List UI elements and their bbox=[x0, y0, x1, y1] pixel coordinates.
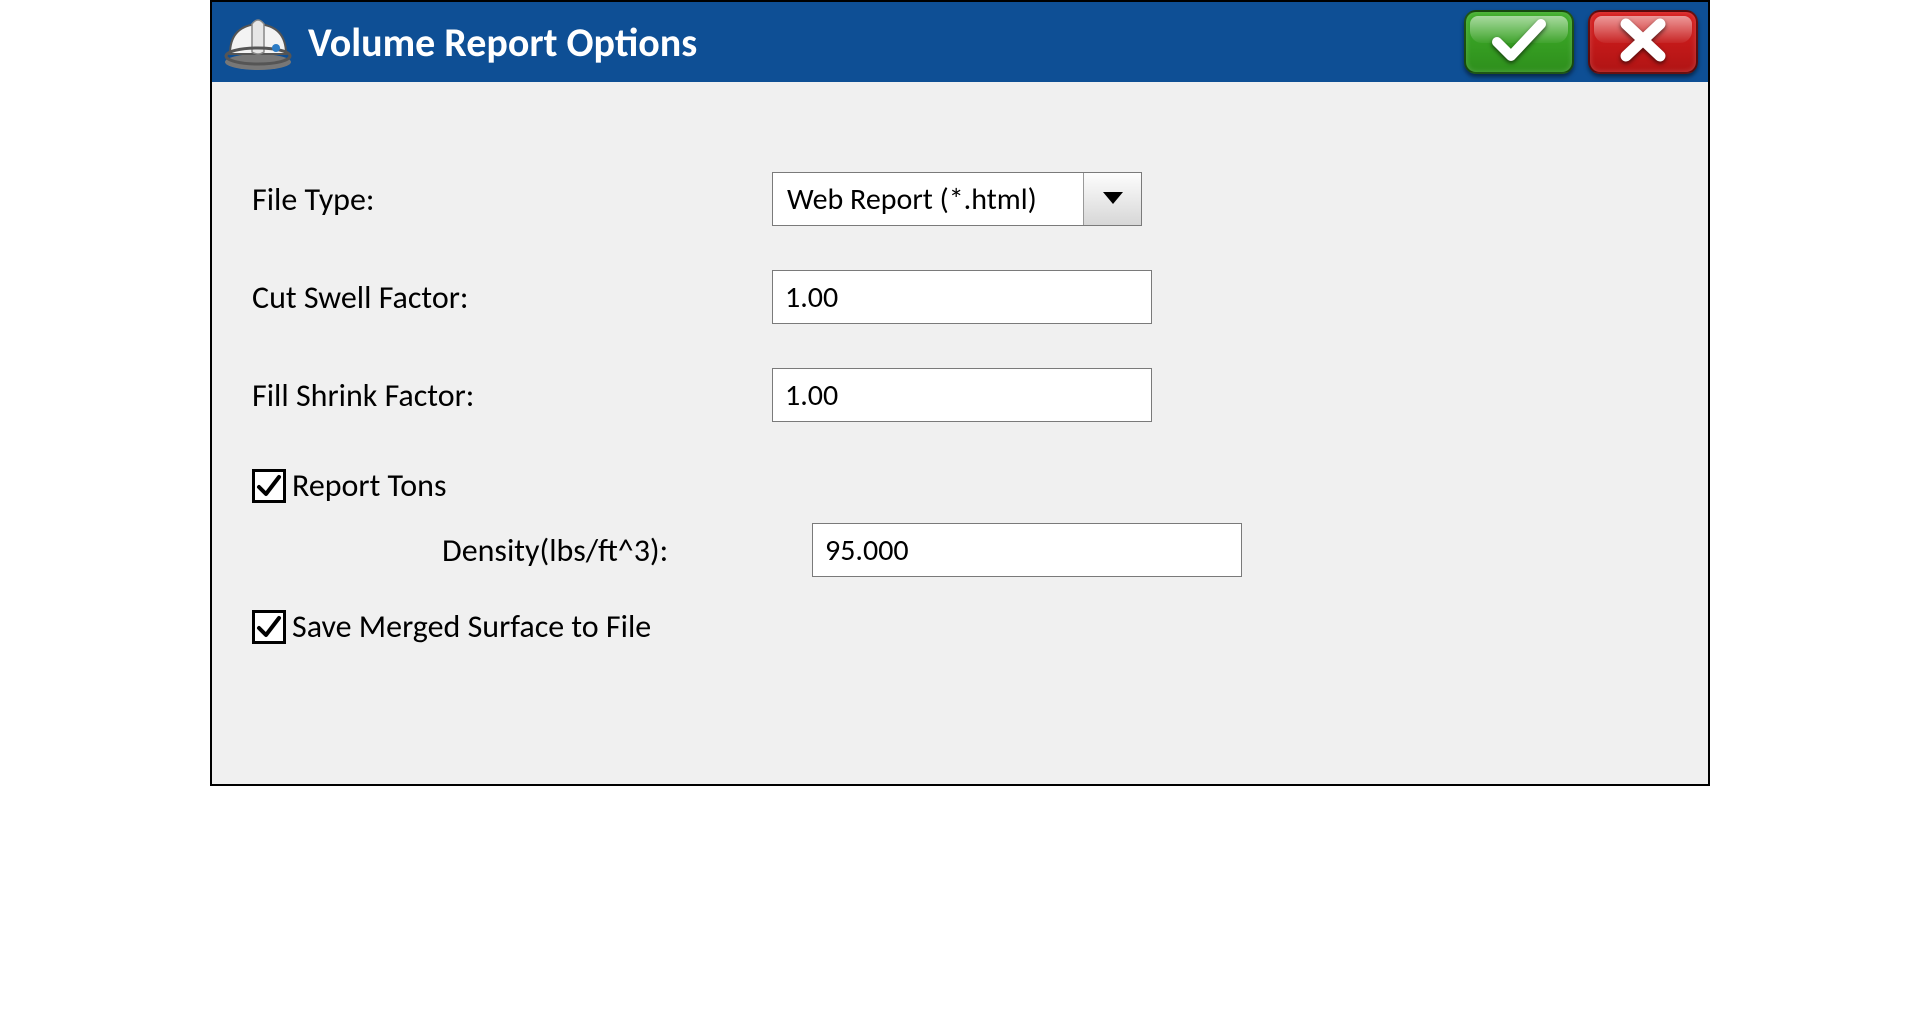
report-tons-label: Report Tons bbox=[292, 466, 446, 505]
hardhat-icon bbox=[222, 12, 294, 72]
file-type-value: Web Report (*.html) bbox=[773, 173, 1083, 225]
density-label: Density(lbs/ft^3): bbox=[252, 531, 812, 570]
dialog-content: File Type: Web Report (*.html) Cut Swell… bbox=[212, 82, 1708, 784]
volume-report-options-dialog: Volume Report Options File Type: Web Rep… bbox=[210, 0, 1710, 786]
dialog-title: Volume Report Options bbox=[308, 18, 1450, 67]
save-merged-label: Save Merged Surface to File bbox=[292, 607, 651, 646]
fill-shrink-input[interactable] bbox=[772, 368, 1152, 422]
cut-swell-label: Cut Swell Factor: bbox=[252, 278, 772, 317]
close-icon bbox=[1618, 18, 1668, 67]
density-input[interactable] bbox=[812, 523, 1242, 577]
check-icon bbox=[1491, 18, 1547, 67]
report-tons-checkbox[interactable] bbox=[252, 469, 286, 503]
file-type-select[interactable]: Web Report (*.html) bbox=[772, 172, 1142, 226]
cut-swell-input[interactable] bbox=[772, 270, 1152, 324]
chevron-down-icon bbox=[1083, 173, 1141, 225]
titlebar: Volume Report Options bbox=[212, 2, 1708, 82]
cancel-button[interactable] bbox=[1588, 10, 1698, 74]
ok-button[interactable] bbox=[1464, 10, 1574, 74]
file-type-label: File Type: bbox=[252, 180, 772, 219]
fill-shrink-label: Fill Shrink Factor: bbox=[252, 376, 772, 415]
save-merged-checkbox[interactable] bbox=[252, 610, 286, 644]
